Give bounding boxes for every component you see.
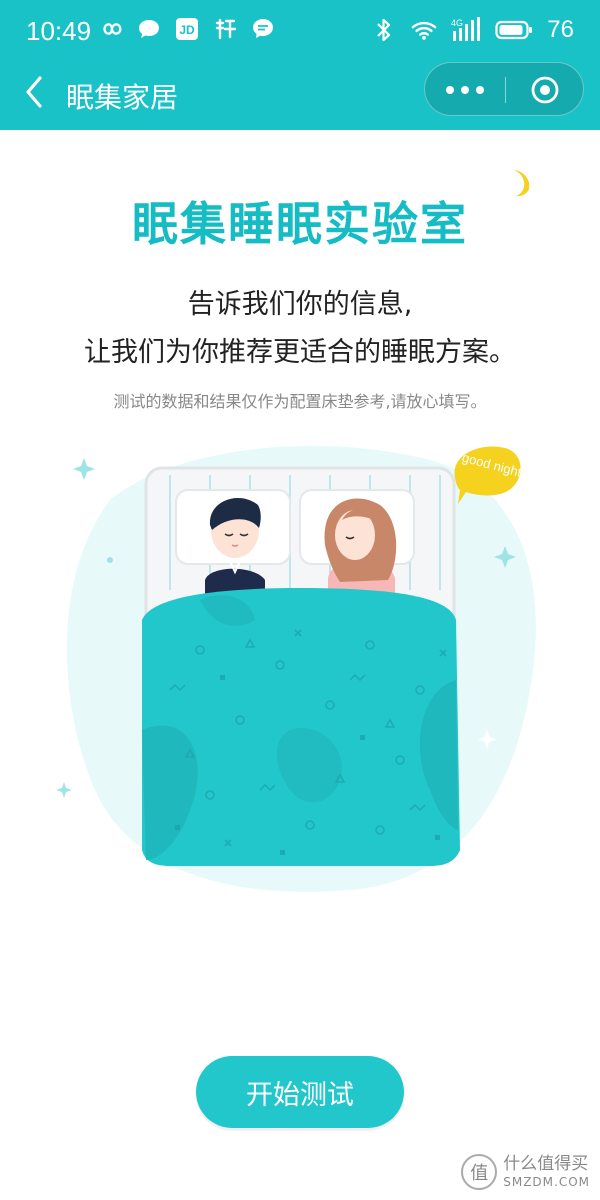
blanket — [142, 588, 460, 866]
status-bar: 10:49 JD 4G 76 — [0, 0, 600, 62]
wifi-icon — [411, 17, 437, 43]
status-time: 10:49 — [26, 16, 92, 46]
svg-text:JD: JD — [179, 23, 195, 37]
network-type-label: 4G — [451, 18, 463, 28]
bluetooth-icon — [371, 17, 397, 43]
page-title: 眠集家居 — [66, 81, 179, 114]
nav-bar: 眠集家居 — [0, 62, 600, 130]
smzdm-logo-icon: 值 — [461, 1154, 498, 1190]
watermark-line-2: SMZDM.COM — [503, 1175, 590, 1189]
moon-icon — [502, 166, 536, 200]
woman-figure — [324, 498, 397, 602]
start-test-button[interactable]: 开始测试 — [196, 1056, 404, 1128]
target-close-icon[interactable] — [505, 63, 585, 117]
chevron-left-icon[interactable] — [18, 72, 50, 112]
battery-level: 76 — [547, 16, 574, 43]
status-left-icons: JD — [98, 16, 276, 42]
intro-line-1: 告诉我们你的信息, — [187, 289, 413, 320]
status-right-icons: 4G 76 — [371, 16, 574, 44]
infinity-icon — [98, 16, 124, 42]
privacy-note: 测试的数据和结果仅作为配置床垫参考,请放心填写。 — [113, 392, 487, 411]
watermark-text: 什么值得买 SMZDM.COM — [503, 1154, 590, 1189]
top-bar: 10:49 JD 4G 76 眠集家居 — [0, 0, 600, 130]
miniprogram-capsule — [424, 62, 584, 116]
signal-icon: 4G — [451, 17, 481, 43]
battery-icon — [495, 17, 533, 43]
sleeping-couple-illustration: good night — [50, 430, 550, 900]
message-icon — [250, 16, 276, 42]
intro-line-2: 让我们为你推荐更适合的睡眠方案。 — [84, 337, 516, 368]
jd-app-icon: JD — [174, 16, 200, 42]
smzdm-watermark: 值 什么值得买 SMZDM.COM — [461, 1152, 590, 1192]
chat-bubble-icon — [136, 16, 162, 42]
taobao-icon — [212, 16, 238, 42]
watermark-line-1: 什么值得买 — [503, 1154, 589, 1174]
more-dots-icon[interactable] — [425, 63, 505, 117]
